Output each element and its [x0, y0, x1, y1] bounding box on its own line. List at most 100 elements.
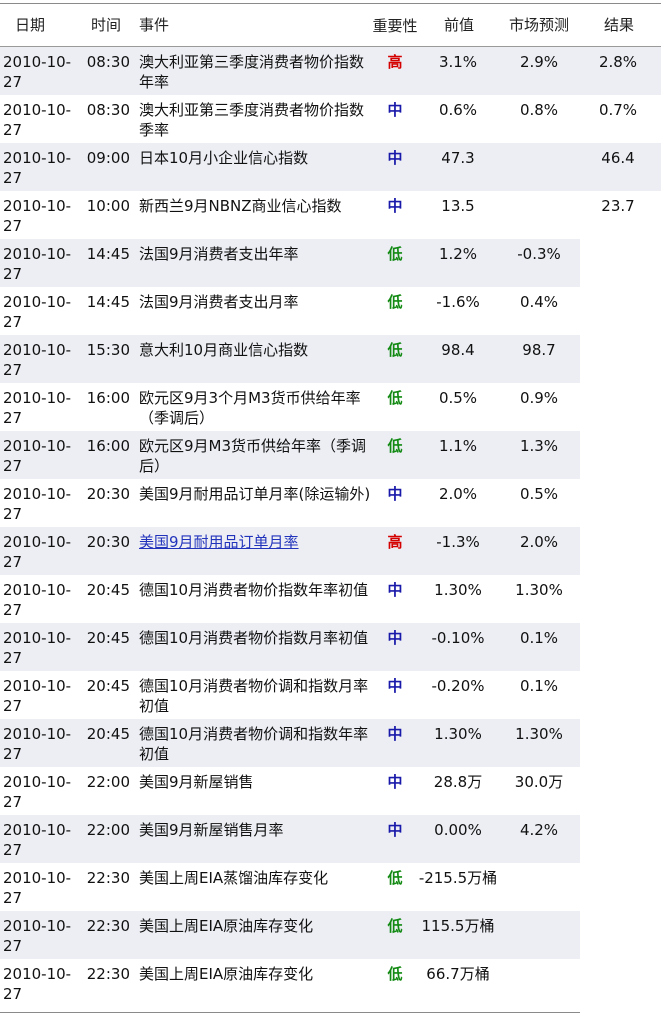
- cell-previous: 1.30%: [434, 725, 482, 743]
- cell-importance: 中: [387, 821, 403, 839]
- cell-previous: 2.0%: [438, 485, 478, 503]
- cell-date: 2010-10-27: [3, 341, 72, 379]
- table-row: 2010-10-27 16:00 欧元区9月3个月M3货币供给年率（季调后） 低 0.5…: [0, 383, 661, 431]
- cell-forecast: 0.1%: [519, 677, 559, 695]
- cell-date: 2010-10-27: [3, 485, 72, 523]
- table-row: 2010-10-27 10:00 新西兰9月NBNZ商业信心指数 中 13.5 23.7: [0, 191, 661, 239]
- cell-forecast: 2.9%: [519, 53, 559, 71]
- cell-date: 2010-10-27: [3, 869, 72, 907]
- cell-importance: 高: [387, 53, 403, 71]
- cell-previous: 28.8万: [433, 773, 483, 791]
- cell-event: 澳大利亚第三季度消费者物价指数季率: [139, 101, 365, 139]
- cell-time: 10:00: [86, 197, 130, 215]
- cell-previous: -0.10%: [431, 629, 485, 647]
- cell-importance: 中: [387, 725, 403, 743]
- cell-time: 22:30: [86, 917, 130, 935]
- cell-event: 德国10月消费者物价调和指数年率初值: [139, 725, 369, 763]
- cell-forecast: 4.2%: [519, 821, 559, 839]
- cell-previous: 0.00%: [434, 821, 482, 839]
- cell-previous: 66.7万桶: [426, 965, 490, 983]
- table-row: 2010-10-27 20:30 美国9月耐用品订单月率 高 -1.3% 2.0%: [0, 527, 661, 575]
- cell-time: 16:00: [86, 437, 130, 455]
- cell-importance: 中: [387, 197, 403, 215]
- cell-previous: 0.5%: [438, 389, 478, 407]
- cell-previous: -1.3%: [436, 533, 480, 551]
- cell-importance: 低: [387, 965, 403, 983]
- header-importance: 重要性: [372, 16, 418, 35]
- cell-previous: 13.5: [441, 197, 475, 215]
- table-row: 2010-10-27 15:30 意大利10月商业信心指数 低 98.4 98.7: [0, 335, 661, 383]
- cell-importance: 低: [387, 293, 403, 311]
- header-time: 时间: [90, 15, 121, 34]
- cell-forecast: 0.4%: [519, 293, 559, 311]
- table-row: 2010-10-27 20:30 美国9月耐用品订单月率(除运输外) 中 2.0% 0.5…: [0, 479, 661, 527]
- table-row: 2010-10-27 08:30 澳大利亚第三季度消费者物价指数年率 高 3.1% 2.9…: [0, 47, 661, 95]
- cell-event: 美国上周EIA原油库存变化: [139, 965, 314, 983]
- cell-previous: 1.1%: [438, 437, 478, 455]
- cell-event: 美国9月耐用品订单月率: [139, 532, 373, 552]
- cell-time: 14:45: [86, 245, 130, 263]
- cell-event: 法国9月消费者支出月率: [139, 293, 299, 311]
- cell-date: 2010-10-27: [3, 149, 72, 187]
- cell-event: 德国10月消费者物价指数年率初值: [139, 581, 369, 599]
- cell-previous: 1.30%: [434, 581, 482, 599]
- cell-time: 20:45: [86, 629, 130, 647]
- cell-time: 20:45: [86, 581, 130, 599]
- header-forecast: 市场预测: [508, 15, 569, 34]
- cell-date: 2010-10-27: [3, 917, 72, 955]
- event-link[interactable]: 美国9月耐用品订单月率: [139, 533, 299, 551]
- header-date: 日期: [15, 15, 46, 34]
- cell-result: 46.4: [601, 149, 635, 167]
- table-row: 2010-10-27 20:45 德国10月消费者物价指数年率初值中 1.30% 1.3…: [0, 575, 661, 623]
- table-row: 2010-10-27 09:00 日本10月小企业信心指数 中 47.3 46.4: [0, 143, 661, 191]
- cell-importance: 低: [387, 389, 403, 407]
- cell-importance: 中: [387, 629, 403, 647]
- cell-event: 德国10月消费者物价调和指数月率初值: [139, 677, 369, 715]
- cell-time: 09:00: [86, 149, 130, 167]
- cell-importance: 中: [387, 581, 403, 599]
- cell-importance: 中: [387, 101, 403, 119]
- cell-time: 22:00: [86, 773, 130, 791]
- cell-time: 14:45: [86, 293, 130, 311]
- cell-forecast: 98.7: [522, 341, 556, 359]
- cell-event: 意大利10月商业信心指数: [139, 341, 309, 359]
- cell-importance: 中: [387, 149, 403, 167]
- cell-forecast: 1.30%: [515, 725, 563, 743]
- header-event: 事件: [139, 15, 170, 34]
- table-body: 2010-10-27 08:30 澳大利亚第三季度消费者物价指数年率高 3.1% 2.9…: [0, 47, 661, 1007]
- cell-time: 22:00: [86, 821, 130, 839]
- cell-date: 2010-10-27: [3, 821, 72, 859]
- cell-importance: 低: [387, 437, 403, 455]
- header-previous: 前值: [443, 15, 474, 34]
- cell-previous: 3.1%: [438, 53, 478, 71]
- header-result: 结果: [603, 15, 634, 34]
- cell-event: 欧元区9月3个月M3货币供给年率（季调后）: [139, 389, 361, 427]
- table-row: 2010-10-27 22:30 美国上周EIA蒸馏油库存变化 低 -215.5万桶: [0, 863, 661, 911]
- cell-date: 2010-10-27: [3, 101, 72, 139]
- table-row: 2010-10-27 22:00 美国9月新屋销售月率 中 0.00% 4.2%: [0, 815, 661, 863]
- cell-previous: 98.4: [441, 341, 475, 359]
- cell-previous: 1.2%: [438, 245, 478, 263]
- table-header: 日期 时间 事件 重要性 前值 市场预测 结果: [0, 4, 661, 47]
- cell-date: 2010-10-27: [3, 629, 72, 667]
- table-row: 2010-10-27 22:30 美国上周EIA原油库存变化 低 66.7万桶: [0, 959, 661, 1007]
- cell-result: 0.7%: [598, 101, 638, 119]
- cell-importance: 中: [387, 485, 403, 503]
- cell-date: 2010-10-27: [3, 437, 72, 475]
- cell-forecast: 0.1%: [519, 629, 559, 647]
- cell-event: 澳大利亚第三季度消费者物价指数年率: [139, 53, 365, 91]
- cell-event: 美国9月新屋销售月率: [139, 821, 284, 839]
- table-row: 2010-10-27 14:45 法国9月消费者支出年率 低 1.2% -0.3%: [0, 239, 661, 287]
- cell-importance: 中: [387, 677, 403, 695]
- cell-forecast: 1.3%: [519, 437, 559, 455]
- cell-previous: -215.5万桶: [418, 869, 498, 887]
- cell-event: 美国9月耐用品订单月率(除运输外): [139, 485, 371, 503]
- cell-date: 2010-10-27: [3, 581, 72, 619]
- cell-time: 22:30: [86, 869, 130, 887]
- cell-time: 16:00: [86, 389, 130, 407]
- cell-date: 2010-10-27: [3, 53, 72, 91]
- cell-event: 美国上周EIA蒸馏油库存变化: [139, 869, 329, 887]
- table-row: 2010-10-27 08:30 澳大利亚第三季度消费者物价指数季率 中 0.6% 0.8…: [0, 95, 661, 143]
- cell-date: 2010-10-27: [3, 677, 72, 715]
- table-row: 2010-10-27 22:00 美国9月新屋销售 中 28.8万 30.0万: [0, 767, 661, 815]
